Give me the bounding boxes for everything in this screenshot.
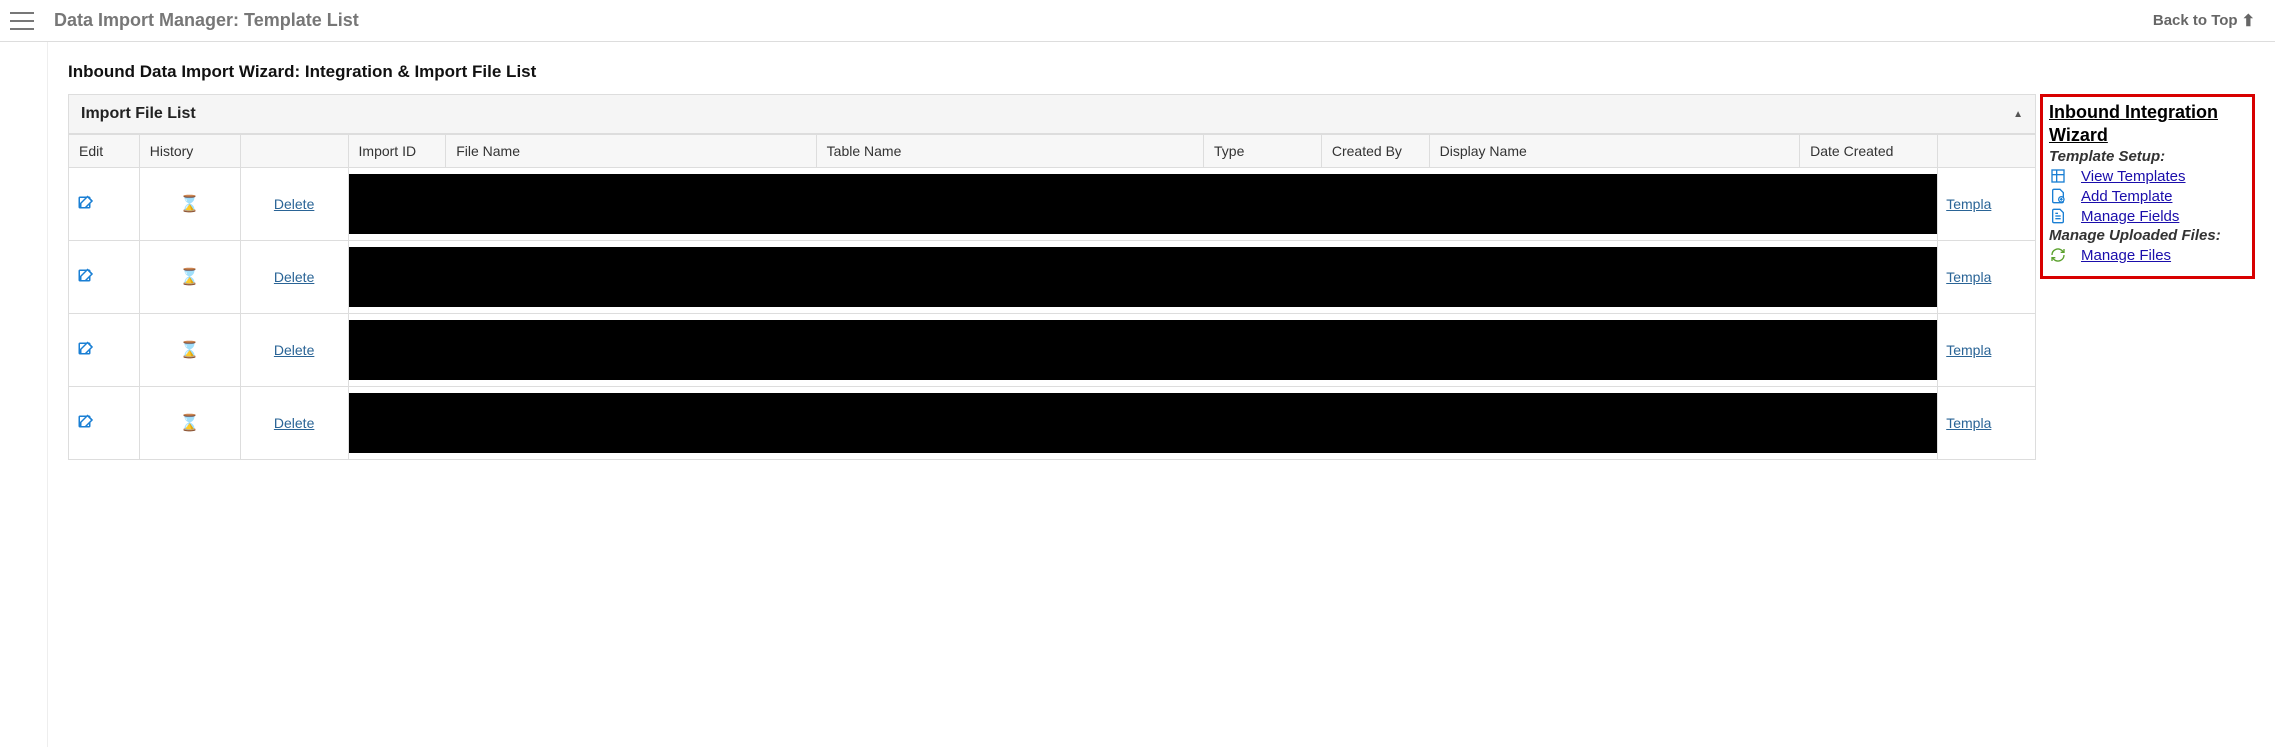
main-flex: Import File List ▲ Edit History Import I… xyxy=(68,94,2255,460)
topbar-left: Data Import Manager: Template List xyxy=(10,10,359,31)
table-row: ⌛ Delete Templa xyxy=(69,241,2036,314)
add-doc-icon xyxy=(2049,187,2067,205)
col-type[interactable]: Type xyxy=(1204,135,1322,168)
back-to-top-label: Back to Top xyxy=(2153,12,2238,29)
template-link[interactable]: Templa xyxy=(1946,196,1991,212)
hourglass-icon[interactable]: ⌛ xyxy=(180,269,200,286)
content: Inbound Data Import Wizard: Integration … xyxy=(48,42,2275,472)
edit-icon[interactable] xyxy=(77,341,131,359)
section-heading: Inbound Data Import Wizard: Integration … xyxy=(68,62,2255,82)
delete-link[interactable]: Delete xyxy=(274,269,314,285)
panel-title: Import File List xyxy=(81,105,196,123)
col-file-name[interactable]: File Name xyxy=(446,135,816,168)
edit-icon[interactable] xyxy=(77,414,131,432)
hourglass-icon[interactable]: ⌛ xyxy=(180,342,200,359)
col-import-id[interactable]: Import ID xyxy=(348,135,446,168)
delete-cell: Delete xyxy=(240,168,348,241)
integration-wizard-sidebar: Inbound Integration Wizard Template Setu… xyxy=(2040,94,2255,279)
col-action-blank xyxy=(1938,135,2036,168)
refresh-icon xyxy=(2049,246,2067,264)
arrow-up-icon: ⬆ xyxy=(2242,11,2255,31)
history-cell[interactable]: ⌛ xyxy=(139,241,240,314)
delete-cell: Delete xyxy=(240,241,348,314)
table-row: ⌛ Delete Templa xyxy=(69,314,2036,387)
col-delete-blank xyxy=(240,135,348,168)
left-rail xyxy=(0,42,48,747)
import-file-table: Edit History Import ID File Name Table N… xyxy=(68,134,2036,460)
edit-cell[interactable] xyxy=(69,387,140,460)
template-cell: Templa xyxy=(1938,241,2036,314)
col-history[interactable]: History xyxy=(139,135,240,168)
redacted-data xyxy=(348,241,1938,314)
sidebar-link[interactable]: Add Template xyxy=(2081,188,2172,205)
table-area: Import File List ▲ Edit History Import I… xyxy=(68,94,2036,460)
topbar: Data Import Manager: Template List Back … xyxy=(0,0,2275,42)
collapse-arrow-icon[interactable]: ▲ xyxy=(2013,109,2023,120)
panel-header: Import File List ▲ xyxy=(68,94,2036,134)
table-body: ⌛DeleteTempla⌛DeleteTempla⌛DeleteTempla⌛… xyxy=(69,168,2036,460)
table-icon xyxy=(2049,167,2067,185)
table-row: ⌛ Delete Templa xyxy=(69,168,2036,241)
history-cell[interactable]: ⌛ xyxy=(139,168,240,241)
template-link[interactable]: Templa xyxy=(1946,415,1991,431)
col-edit[interactable]: Edit xyxy=(69,135,140,168)
template-cell: Templa xyxy=(1938,387,2036,460)
fields-icon xyxy=(2049,207,2067,225)
redacted-data xyxy=(348,387,1938,460)
col-created-by[interactable]: Created By xyxy=(1321,135,1429,168)
delete-cell: Delete xyxy=(240,314,348,387)
page-title: Data Import Manager: Template List xyxy=(54,10,359,31)
back-to-top-link[interactable]: Back to Top ⬆ xyxy=(2153,11,2255,31)
hamburger-menu-icon[interactable] xyxy=(10,12,34,30)
sidebar-link[interactable]: Manage Files xyxy=(2081,247,2171,264)
col-display-name[interactable]: Display Name xyxy=(1429,135,1799,168)
delete-link[interactable]: Delete xyxy=(274,342,314,358)
history-cell[interactable]: ⌛ xyxy=(139,387,240,460)
edit-cell[interactable] xyxy=(69,241,140,314)
hourglass-icon[interactable]: ⌛ xyxy=(180,415,200,432)
delete-link[interactable]: Delete xyxy=(274,196,314,212)
sidebar-subhead-template-setup: Template Setup: xyxy=(2049,148,2246,165)
sidebar-link-row: Add Template xyxy=(2049,187,2246,205)
history-cell[interactable]: ⌛ xyxy=(139,314,240,387)
template-cell: Templa xyxy=(1938,168,2036,241)
edit-cell[interactable] xyxy=(69,314,140,387)
redacted-data xyxy=(348,314,1938,387)
template-link[interactable]: Templa xyxy=(1946,269,1991,285)
edit-icon[interactable] xyxy=(77,268,131,286)
table-header-row: Edit History Import ID File Name Table N… xyxy=(69,135,2036,168)
hourglass-icon[interactable]: ⌛ xyxy=(180,196,200,213)
edit-cell[interactable] xyxy=(69,168,140,241)
sidebar-link[interactable]: View Templates xyxy=(2081,168,2186,185)
sidebar-link-row: View Templates xyxy=(2049,167,2246,185)
col-table-name[interactable]: Table Name xyxy=(816,135,1203,168)
edit-icon[interactable] xyxy=(77,195,131,213)
sidebar-link[interactable]: Manage Fields xyxy=(2081,208,2179,225)
sidebar-link-row: Manage Fields xyxy=(2049,207,2246,225)
col-date-created[interactable]: Date Created xyxy=(1800,135,1938,168)
template-link[interactable]: Templa xyxy=(1946,342,1991,358)
redacted-data xyxy=(348,168,1938,241)
table-row: ⌛ Delete Templa xyxy=(69,387,2036,460)
template-cell: Templa xyxy=(1938,314,2036,387)
sidebar-subhead-manage-uploaded: Manage Uploaded Files: xyxy=(2049,227,2246,244)
delete-link[interactable]: Delete xyxy=(274,415,314,431)
sidebar-title: Inbound Integration Wizard xyxy=(2049,101,2246,146)
delete-cell: Delete xyxy=(240,387,348,460)
sidebar-link-row: Manage Files xyxy=(2049,246,2246,264)
